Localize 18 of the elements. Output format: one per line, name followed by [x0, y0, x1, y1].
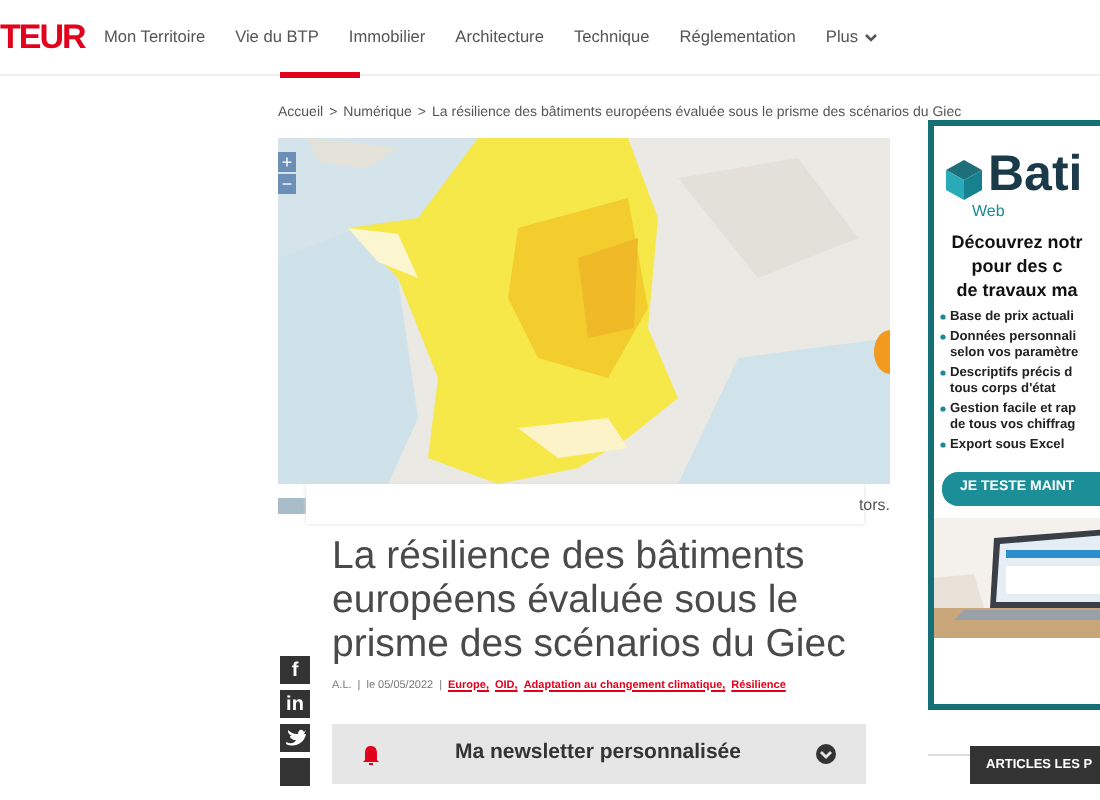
ad-headline: de travaux ma: [954, 278, 1080, 302]
share-button[interactable]: in: [280, 690, 310, 718]
article-title: La résilience des bâtiments européens évaluée sous le prisme des scénarios du Giec: [332, 533, 848, 665]
ad-subtitle: Web: [972, 202, 1007, 220]
newsletter-button[interactable]: Ma newsletter personnalisée: [332, 724, 866, 784]
nav-link[interactable]: Mon Territoire: [104, 24, 206, 50]
nav-link[interactable]: Plus: [825, 24, 879, 50]
ad-headline: pour des c: [969, 254, 1065, 278]
nav-link[interactable]: Vie du BTP: [235, 24, 319, 50]
ad-brand: Bati: [988, 146, 1083, 202]
nav-link[interactable]: Technique: [573, 24, 650, 50]
nav-link[interactable]: Immobilier: [348, 24, 426, 50]
nav-link[interactable]: Réglementation: [679, 24, 796, 50]
caption-text: tors.: [858, 493, 890, 517]
ad-headline: Découvrez notr: [949, 230, 1085, 254]
site-logo[interactable]: TEUR: [0, 11, 92, 63]
nav-link[interactable]: Architecture: [455, 24, 544, 50]
share-button[interactable]: f: [280, 656, 310, 684]
